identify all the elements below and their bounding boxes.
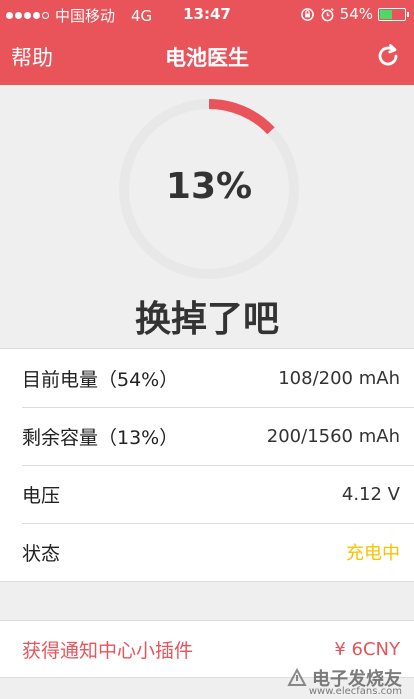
watermark: 电子发烧友 www.elecfans.com	[286, 665, 402, 697]
info-label: 电压	[22, 484, 61, 507]
info-value: 4.12 V	[341, 483, 400, 505]
watermark-url: www.elecfans.com	[308, 686, 402, 697]
widget-purchase-label: 获得通知中心小插件	[22, 639, 194, 662]
info-value: 108/200 mAh	[278, 367, 400, 389]
status-bar: 中国移动 4G 13:47 54%	[0, 0, 414, 30]
page-title: 电池医生	[165, 46, 249, 70]
verdict-text: 换掉了吧	[134, 299, 279, 340]
battery-info-list: 目前电量（54%） 108/200 mAh 剩余容量（13%） 200/1560…	[0, 348, 414, 582]
info-row-current-charge: 目前电量（54%） 108/200 mAh	[0, 349, 414, 407]
top-bar: 中国移动 4G 13:47 54% 帮助 电池医生	[0, 0, 414, 85]
info-row-voltage: 电压 4.12 V	[0, 465, 414, 523]
info-label: 剩余容量（13%）	[22, 426, 179, 449]
battery-icon	[378, 7, 409, 21]
widget-price: ¥ 6CNY	[334, 638, 400, 660]
battery-doctor-screen: 中国移动 4G 13:47 54% 帮助 电池医生 13% 换掉了吧 目前电量（…	[0, 0, 414, 699]
info-label: 状态	[22, 542, 61, 565]
battery-percent: 54%	[339, 5, 373, 23]
info-row-remaining-capacity: 剩余容量（13%） 200/1560 mAh	[0, 407, 414, 465]
info-label: 目前电量（54%）	[22, 368, 179, 391]
nav-bar: 帮助 电池医生	[0, 30, 414, 85]
watermark-logo	[287, 667, 307, 686]
info-value: 200/1560 mAh	[266, 425, 400, 447]
rotation-lock-icon	[300, 7, 314, 21]
battery-health-gauge: 13%	[116, 96, 302, 282]
alarm-icon	[321, 7, 334, 21]
charging-status: 充电中	[346, 543, 400, 564]
health-percent: 13%	[165, 166, 253, 207]
info-row-status: 状态 充电中	[0, 523, 414, 581]
refresh-icon[interactable]	[374, 42, 402, 70]
